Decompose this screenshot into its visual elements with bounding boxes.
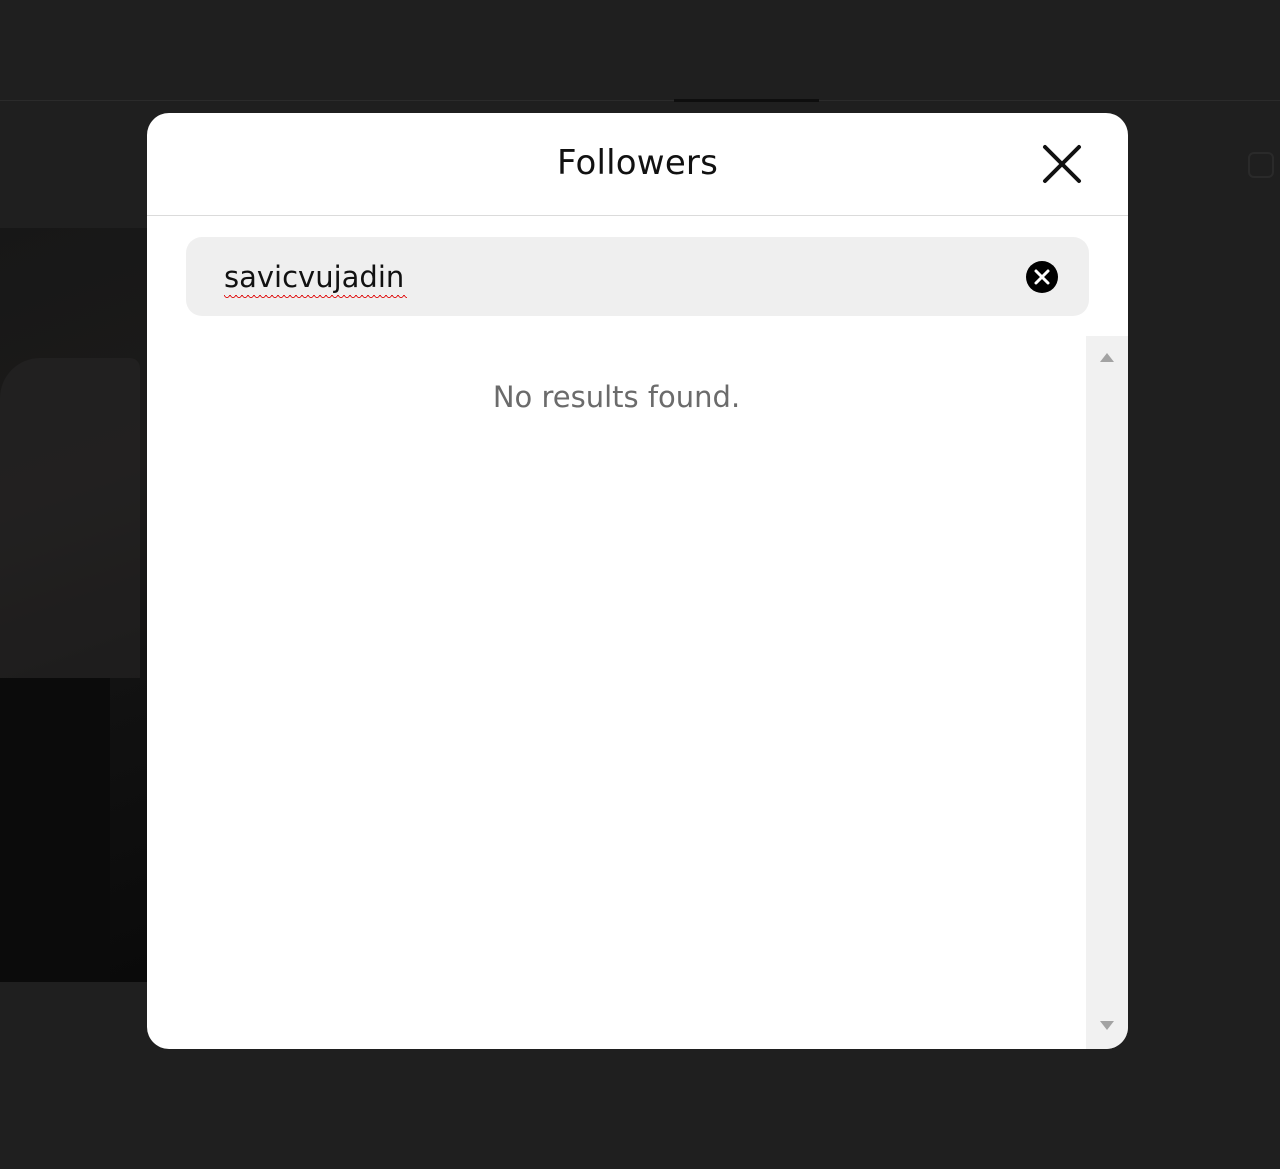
background-post-image bbox=[0, 228, 150, 982]
clear-search-button[interactable] bbox=[1025, 260, 1059, 294]
clear-search-icon bbox=[1026, 261, 1058, 293]
list-scrollbar[interactable] bbox=[1086, 336, 1128, 1049]
scroll-down-arrow-icon bbox=[1100, 1021, 1114, 1030]
tagged-user-icon bbox=[1248, 152, 1274, 178]
search-bar bbox=[186, 237, 1089, 316]
active-tab-indicator bbox=[674, 99, 819, 102]
dialog-title: Followers bbox=[556, 143, 719, 183]
scroll-up-button[interactable] bbox=[1097, 348, 1117, 368]
background-figure bbox=[0, 358, 140, 678]
header-divider bbox=[0, 100, 1280, 101]
background-shadow bbox=[0, 678, 110, 982]
close-button[interactable] bbox=[1040, 142, 1084, 186]
scroll-down-button[interactable] bbox=[1097, 1015, 1117, 1035]
dialog-header: Followers bbox=[147, 113, 1128, 216]
empty-results-message: No results found. bbox=[492, 380, 741, 414]
close-icon bbox=[1043, 145, 1081, 183]
followers-dialog: Followers No results found. bbox=[147, 113, 1128, 1049]
followers-list: No results found. bbox=[147, 336, 1086, 1049]
spellcheck-underline bbox=[224, 295, 407, 300]
scroll-up-arrow-icon bbox=[1100, 353, 1114, 362]
search-input[interactable] bbox=[224, 259, 1004, 295]
